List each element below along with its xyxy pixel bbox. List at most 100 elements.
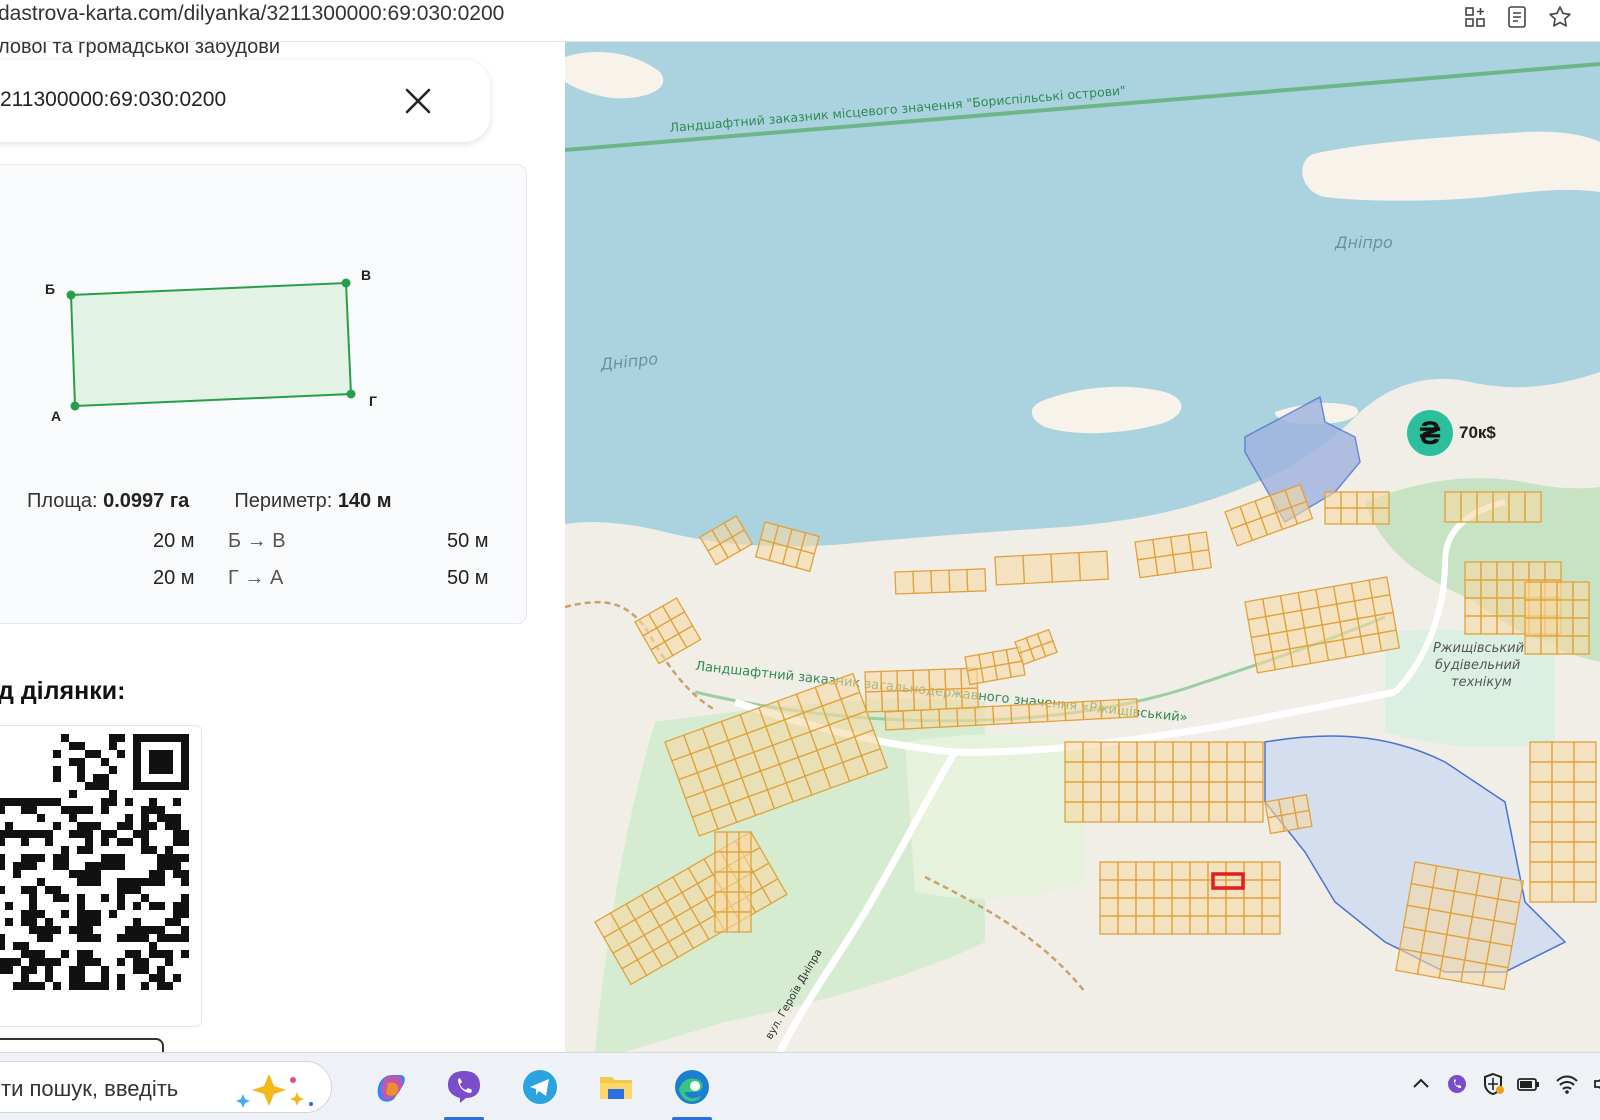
wifi-icon[interactable]: [1552, 1069, 1582, 1099]
land-parcel: [1100, 761, 1120, 783]
search-input[interactable]: 211300000:69:030:0200: [0, 88, 226, 112]
land-parcel: [1444, 491, 1462, 523]
qr-module: [53, 854, 61, 862]
parcel-block: [994, 550, 1109, 586]
land-parcel: [974, 705, 995, 726]
telegram-app[interactable]: [514, 1061, 566, 1113]
clear-search-button[interactable]: [398, 81, 438, 121]
land-parcel: [1189, 915, 1209, 935]
download-qr-button[interactable]: [0, 1038, 164, 1052]
cadastral-map[interactable]: Ландшафтний заказник місцевого значення …: [565, 42, 1600, 1052]
land-parcel: [738, 871, 752, 893]
taskbar-search-text: ти пошук, введіть: [1, 1076, 179, 1101]
qr-module: [29, 806, 37, 814]
qr-module: [13, 942, 21, 950]
qr-module: [21, 798, 29, 806]
land-parcel: [1551, 841, 1575, 863]
qr-module: [85, 910, 93, 918]
land-parcel: [884, 710, 905, 731]
viber-app[interactable]: [438, 1061, 490, 1120]
land-parcel: [894, 570, 915, 595]
qr-module: [85, 806, 93, 814]
qr-module: [101, 854, 109, 862]
qr-module: [37, 814, 45, 822]
meadow: [905, 734, 1085, 899]
qr-module: [29, 854, 37, 862]
viber-tray-icon[interactable]: [1442, 1069, 1472, 1099]
land-parcel: [1225, 897, 1245, 917]
land-parcel: [1410, 861, 1438, 889]
qr-module: [69, 870, 77, 878]
land-parcel: [1226, 801, 1246, 823]
land-parcel: [1064, 801, 1084, 823]
qr-module: [109, 742, 117, 750]
edge-app[interactable]: [666, 1061, 718, 1120]
qr-module: [133, 886, 141, 894]
qr-module: [141, 838, 149, 846]
price-badge[interactable]: ₴ 70к$: [1407, 410, 1496, 456]
qr-module: [181, 902, 189, 910]
qr-module: [61, 854, 69, 862]
qr-module: [117, 734, 125, 742]
land-parcel: [1402, 904, 1430, 932]
land-parcel: [1117, 897, 1137, 917]
qr-module: [109, 830, 117, 838]
land-parcel: [1524, 581, 1542, 601]
qr-module: [29, 926, 37, 934]
parcel-block: [1014, 628, 1058, 666]
reader-view-icon[interactable]: [1502, 2, 1532, 32]
land-parcel: [1136, 761, 1156, 783]
land-parcel: [714, 851, 728, 873]
qr-module: [173, 870, 181, 878]
qr-module: [37, 950, 45, 958]
land-parcel: [1551, 741, 1575, 763]
qr-module: [5, 918, 13, 926]
cadastral-search-box[interactable]: 211300000:69:030:0200: [0, 60, 490, 142]
land-parcel: [1480, 561, 1498, 581]
land-parcel: [1171, 879, 1191, 899]
taskbar-search[interactable]: ти пошук, введіть: [0, 1061, 332, 1113]
file-explorer-app[interactable]: [590, 1061, 642, 1113]
volume-icon[interactable]: [1585, 1069, 1600, 1099]
qr-module: [173, 910, 181, 918]
favorite-star-icon[interactable]: [1545, 2, 1575, 32]
qr-module: [101, 758, 109, 766]
qr-module: [29, 830, 37, 838]
qr-module: [21, 966, 29, 974]
qr-module: [125, 926, 133, 934]
land-parcel: [1172, 801, 1192, 823]
qr-module: [181, 950, 189, 958]
qr-module: [45, 958, 53, 966]
land-parcel: [1099, 861, 1119, 881]
qr-module: [37, 830, 45, 838]
qr-module: [141, 830, 149, 838]
qr-module: [53, 750, 61, 758]
land-parcel: [714, 891, 728, 913]
qr-module: [125, 838, 133, 846]
map-canvas[interactable]: Ландшафтний заказник місцевого значення …: [565, 42, 1600, 1052]
app-available-icon[interactable]: [1460, 2, 1490, 32]
land-parcel: [1243, 915, 1263, 935]
land-parcel: [1471, 894, 1499, 922]
security-shield-icon[interactable]: [1478, 1069, 1508, 1099]
qr-module: [77, 878, 85, 886]
qr-module: [149, 974, 157, 982]
copilot-app[interactable]: [364, 1061, 416, 1113]
qr-module: [21, 806, 29, 814]
land-parcel: [1556, 599, 1574, 619]
land-parcel: [738, 891, 752, 913]
url-field[interactable]: dastrova-karta.com/dilyanka/3211300000:6…: [0, 0, 1570, 34]
land-parcel: [1100, 801, 1120, 823]
show-hidden-icons-chevron-icon[interactable]: [1406, 1069, 1436, 1099]
qr-module: [173, 974, 181, 982]
land-parcel: [1190, 801, 1210, 823]
land-parcel: [1134, 538, 1157, 561]
edge-row: 20 м Г → А 50 м: [0, 567, 528, 597]
qr-module: [133, 950, 141, 958]
land-parcel: [880, 670, 899, 693]
parcel-block: [1529, 741, 1597, 903]
land-parcel: [1551, 861, 1575, 883]
qr-module: [101, 830, 109, 838]
battery-icon[interactable]: [1514, 1069, 1544, 1099]
land-parcel: [1485, 941, 1513, 969]
